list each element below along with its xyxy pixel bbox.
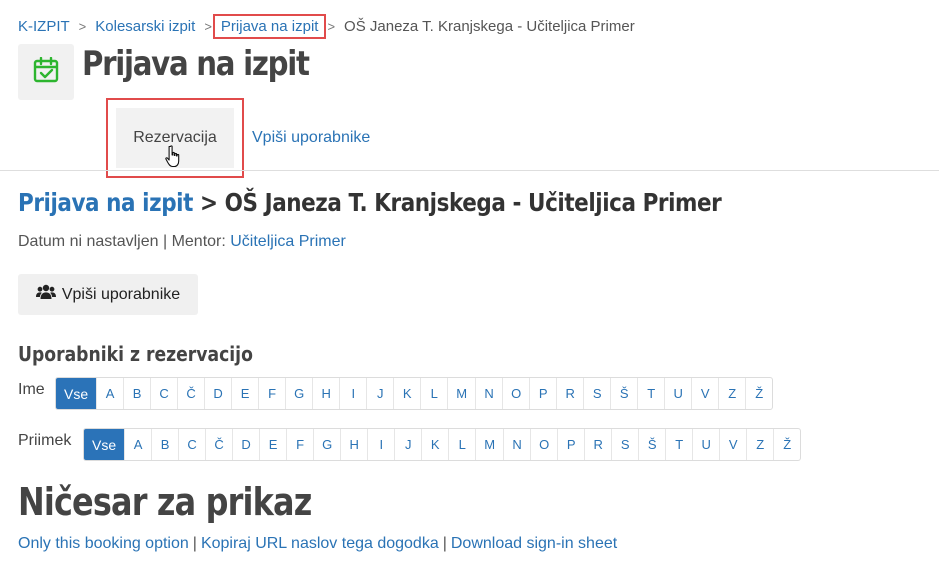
first-name-filter-letter[interactable]: H <box>312 378 339 409</box>
last-name-filter-label: Priimek <box>18 432 72 449</box>
first-name-filter-letter[interactable]: D <box>204 378 231 409</box>
tab-rezervacija[interactable]: Rezervacija <box>106 98 244 178</box>
section-title-link[interactable]: Prijava na izpit <box>18 188 193 217</box>
enroll-users-label: Vpiši uporabnike <box>61 285 181 303</box>
breadcrumb-separator: > <box>78 19 87 34</box>
calendar-check-icon <box>33 56 59 88</box>
section-title: Prijava na izpit > OŠ Janeza T. Kranjske… <box>18 188 722 217</box>
last-name-filter-letter[interactable]: K <box>421 429 448 460</box>
first-name-filter-letter[interactable]: J <box>366 378 393 409</box>
first-name-filter-letter[interactable]: M <box>447 378 475 409</box>
breadcrumb-item-k-izpit[interactable]: K-IZPIT <box>18 18 70 35</box>
first-name-filter-letter[interactable]: U <box>664 378 691 409</box>
last-name-filter-all[interactable]: Vse <box>84 429 125 460</box>
last-name-filter-letter[interactable]: F <box>286 429 313 460</box>
last-name-filter-letter[interactable]: T <box>665 429 692 460</box>
empty-state-title: Ničesar za prikaz <box>18 480 312 524</box>
link-separator: | <box>442 535 447 552</box>
first-name-filter-letter[interactable]: L <box>420 378 447 409</box>
first-name-filter-letter[interactable]: C <box>150 378 177 409</box>
last-name-filter-letter[interactable]: Ž <box>773 429 800 460</box>
first-name-filter-letter[interactable]: F <box>258 378 285 409</box>
breadcrumb-item-prijava-na-izpit[interactable]: Prijava na izpit <box>221 18 319 35</box>
link-separator: | <box>192 535 197 552</box>
last-name-filter-letter[interactable]: S <box>611 429 638 460</box>
first-name-filter-letter[interactable]: S <box>583 378 610 409</box>
first-name-letter-filter: Vse A B C Č D E F G H I J K L M N O P R S Š T U V Z Ž <box>55 377 774 410</box>
last-name-filter-letter[interactable]: N <box>503 429 530 460</box>
first-name-filter-letter[interactable]: Ž <box>745 378 772 409</box>
tab-bar: Rezervacija Vpiši uporabnike <box>106 98 370 178</box>
tab-vpisi-uporabnike[interactable]: Vpiši uporabnike <box>234 108 370 168</box>
first-name-filter-letter[interactable]: B <box>123 378 150 409</box>
last-name-filter-letter[interactable]: O <box>530 429 557 460</box>
last-name-filter-letter[interactable]: G <box>313 429 340 460</box>
footer-links: Only this booking option | Kopiraj URL nas… <box>18 535 617 553</box>
first-name-filter-letter[interactable]: Č <box>177 378 204 409</box>
download-sign-in-sheet-link[interactable]: Download sign-in sheet <box>451 535 617 552</box>
last-name-filter-letter[interactable]: R <box>584 429 611 460</box>
enroll-users-button[interactable]: Vpiši uporabnike <box>18 274 198 315</box>
last-name-filter-letter[interactable]: H <box>340 429 367 460</box>
first-name-filter-label: Ime <box>18 381 45 398</box>
users-heading: Uporabniki z rezervacijo <box>18 342 253 366</box>
first-name-filter-letter[interactable]: K <box>393 378 420 409</box>
first-name-filter-letter[interactable]: R <box>556 378 583 409</box>
breadcrumb-separator: > <box>327 19 336 34</box>
first-name-filter-letter[interactable]: A <box>96 378 123 409</box>
meta-text: Datum ni nastavljen | Mentor: <box>18 233 231 250</box>
mentor-link[interactable]: Učiteljica Primer <box>230 233 346 250</box>
breadcrumb-separator: > <box>204 19 212 34</box>
breadcrumb: K-IZPIT > Kolesarski izpit > Prijava na … <box>18 14 635 39</box>
first-name-filter-letter[interactable]: P <box>529 378 556 409</box>
only-this-booking-option-link[interactable]: Only this booking option <box>18 535 189 552</box>
last-name-filter-letter[interactable]: Š <box>638 429 665 460</box>
last-name-filter-letter[interactable]: C <box>178 429 205 460</box>
first-name-filter-letter[interactable]: V <box>691 378 718 409</box>
first-name-filter-letter[interactable]: Š <box>610 378 637 409</box>
last-name-filter-letter[interactable]: P <box>557 429 584 460</box>
breadcrumb-highlight: Prijava na izpit <box>212 14 327 39</box>
first-name-filter-letter[interactable]: O <box>502 378 529 409</box>
last-name-filter-letter[interactable]: B <box>151 429 178 460</box>
last-name-filter-letter[interactable]: M <box>475 429 503 460</box>
last-name-filter-letter[interactable]: J <box>394 429 421 460</box>
divider <box>0 170 939 171</box>
first-name-filter-letter[interactable]: T <box>637 378 664 409</box>
last-name-filter-letter[interactable]: U <box>692 429 719 460</box>
last-name-filter-letter[interactable]: Č <box>205 429 232 460</box>
hand-pointer-icon <box>164 144 182 173</box>
breadcrumb-item-kolesarski-izpit[interactable]: Kolesarski izpit <box>95 18 195 35</box>
session-meta: Datum ni nastavljen | Mentor: Učiteljica… <box>18 233 346 251</box>
last-name-filter-letter[interactable]: D <box>232 429 259 460</box>
last-name-filter-letter[interactable]: I <box>367 429 394 460</box>
section-title-rest: > OŠ Janeza T. Kranjskega - Učiteljica P… <box>200 188 722 217</box>
breadcrumb-current: OŠ Janeza T. Kranjskega - Učiteljica Pri… <box>344 18 635 35</box>
page-title: Prijava na izpit <box>82 44 310 84</box>
first-name-filter-all[interactable]: Vse <box>56 378 97 409</box>
last-name-filter-letter[interactable]: A <box>124 429 151 460</box>
first-name-filter-letter[interactable]: N <box>475 378 502 409</box>
last-name-filter-letter[interactable]: L <box>448 429 475 460</box>
header-icon-container <box>18 44 74 100</box>
users-icon <box>35 284 56 305</box>
copy-event-url-link[interactable]: Kopiraj URL naslov tega dogodka <box>201 535 439 552</box>
last-name-letter-filter: Vse A B C Č D E F G H I J K L M N O P R S Š T U V Z Ž <box>83 428 802 461</box>
last-name-filter-letter[interactable]: E <box>259 429 286 460</box>
first-name-filter-letter[interactable]: G <box>285 378 312 409</box>
first-name-filter-letter[interactable]: Z <box>718 378 745 409</box>
last-name-filter-letter[interactable]: Z <box>746 429 773 460</box>
last-name-filter-letter[interactable]: V <box>719 429 746 460</box>
first-name-filter-letter[interactable]: E <box>231 378 258 409</box>
first-name-filter-letter[interactable]: I <box>339 378 366 409</box>
